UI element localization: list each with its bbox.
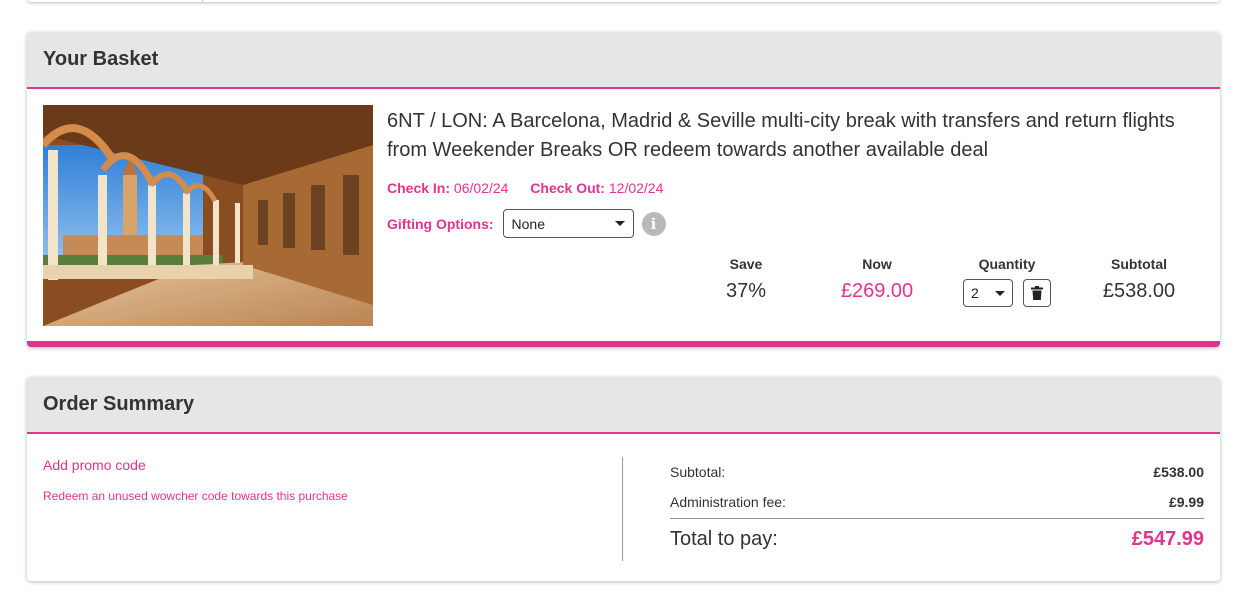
gifting-options: Gifting Options: None i	[387, 209, 666, 238]
check-in-value: 06/02/24	[453, 180, 509, 196]
admin-fee-value: £9.99	[1168, 494, 1204, 510]
summary-subtotal-row: Subtotal: £538.00	[670, 464, 1204, 480]
basket-title: Your Basket	[43, 48, 159, 70]
quantity-value: 2	[971, 285, 979, 301]
gifting-options-value: None	[511, 215, 545, 232]
chevron-down-icon	[614, 221, 625, 226]
order-summary-title: Order Summary	[43, 393, 195, 415]
order-summary-header: Order Summary	[27, 377, 1220, 434]
previous-panel-edge	[27, 0, 1220, 2]
add-promo-code-link[interactable]: Add promo code	[43, 457, 146, 473]
remove-item-button[interactable]	[1023, 279, 1051, 307]
quantity-controls: 2	[957, 279, 1057, 307]
gifting-options-select[interactable]: None	[502, 209, 634, 238]
admin-fee-row: Administration fee: £9.99	[670, 494, 1204, 510]
total-label: Total to pay:	[670, 528, 778, 550]
basket-accent-bar	[27, 341, 1220, 347]
save-label: Save	[729, 256, 763, 272]
chevron-down-icon	[995, 290, 1005, 296]
now-column: Now £269.00	[825, 256, 929, 303]
info-icon[interactable]: i	[641, 211, 666, 236]
quantity-column: Quantity 2	[957, 256, 1057, 307]
subtotal-value: £538.00	[1102, 280, 1176, 302]
subtotal-label: Subtotal	[1111, 256, 1167, 272]
deal-image[interactable]	[43, 105, 373, 326]
deal-title[interactable]: 6NT / LON: A Barcelona, Madrid & Seville…	[387, 107, 1207, 165]
basket-header: Your Basket	[27, 32, 1220, 89]
redeem-wowcher-link[interactable]: Redeem an unused wowcher code towards th…	[43, 489, 348, 503]
total-value: £547.99	[1131, 528, 1204, 550]
save-column: Save 37%	[694, 256, 798, 303]
basket-panel: Your Basket 6NT / LON: A Barcelona, Madr…	[27, 32, 1220, 347]
deal-photo	[43, 105, 373, 326]
trash-icon	[1031, 286, 1043, 300]
summary-divider	[622, 457, 623, 561]
subtotal-column: Subtotal £538.00	[1087, 256, 1191, 303]
summary-subtotal-value: £538.00	[1153, 464, 1204, 480]
now-label: Now	[862, 256, 892, 272]
deal-dates: Check In: 06/02/24 Check Out: 12/02/24	[387, 180, 663, 196]
order-summary-panel: Order Summary Add promo code Redeem an u…	[27, 377, 1220, 581]
gifting-options-label: Gifting Options:	[387, 215, 494, 232]
check-out-label: Check Out:	[530, 180, 605, 196]
check-out-value: 12/02/24	[608, 180, 664, 196]
save-value: 37%	[725, 280, 767, 302]
total-row: Total to pay: £547.99	[670, 528, 1204, 551]
summary-subtotal-label: Subtotal:	[670, 464, 726, 480]
previous-panel-divider	[202, 0, 203, 2]
admin-fee-label: Administration fee:	[670, 494, 786, 510]
quantity-label: Quantity	[978, 256, 1036, 272]
total-divider	[670, 518, 1204, 519]
quantity-select[interactable]: 2	[963, 279, 1013, 307]
now-price: £269.00	[840, 280, 914, 302]
check-in-label: Check In:	[387, 180, 451, 196]
